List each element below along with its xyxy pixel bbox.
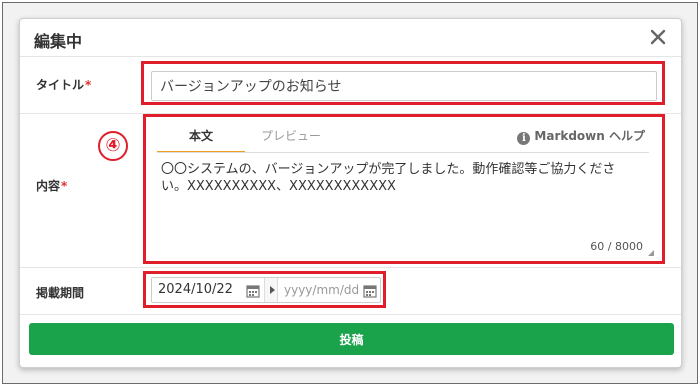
dialog-header: 編集中	[20, 19, 681, 57]
annotation-marker: ④	[98, 131, 128, 161]
required-mark: *	[61, 179, 68, 193]
highlight-period-box	[143, 271, 386, 308]
content-label: 内容*	[36, 177, 67, 194]
divider	[20, 314, 681, 315]
highlight-content-box	[143, 114, 665, 264]
divider	[20, 267, 681, 268]
period-label: 掲載期間	[36, 286, 85, 300]
required-mark: *	[85, 78, 92, 92]
submit-button[interactable]: 投稿	[29, 323, 674, 355]
title-label: タイトル*	[36, 76, 91, 93]
close-icon[interactable]	[647, 26, 669, 48]
title-label-text: タイトル	[36, 78, 85, 92]
edit-dialog: 編集中 タイトル* 内容* ④ 本文 プレビュー iMarkdown ヘルプ 〇…	[19, 18, 682, 368]
dialog-title: 編集中	[34, 32, 83, 51]
highlight-title-box	[141, 61, 665, 105]
content-label-text: 内容	[36, 179, 61, 193]
